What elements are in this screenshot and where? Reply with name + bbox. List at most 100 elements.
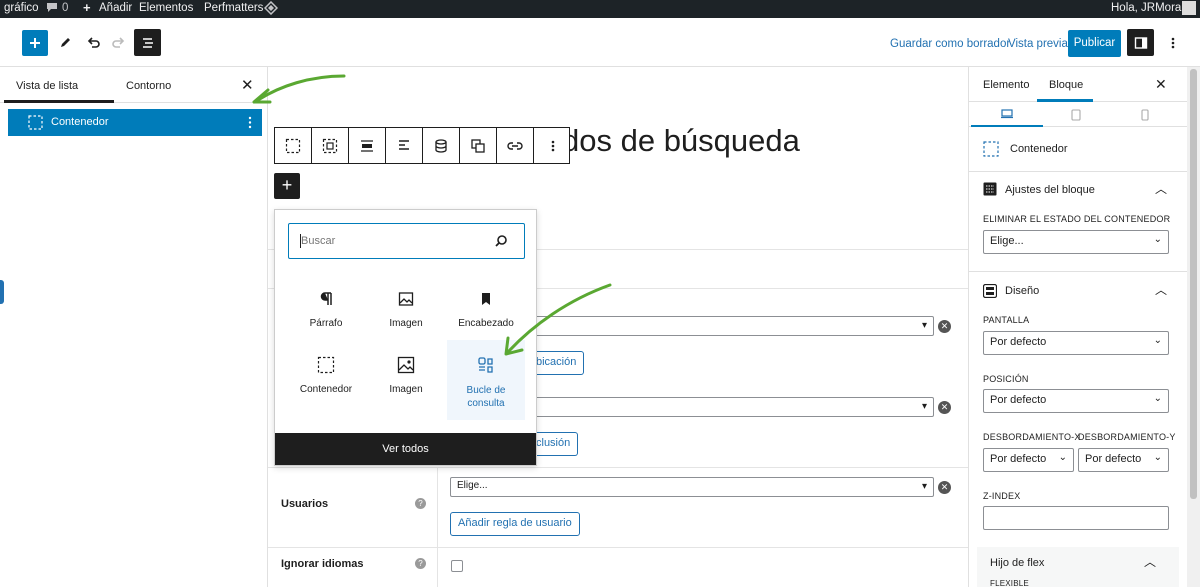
block-image-2[interactable]: Imagen bbox=[367, 352, 445, 395]
add-block-button[interactable] bbox=[22, 30, 48, 56]
tab-outline[interactable]: Contorno bbox=[126, 80, 171, 92]
more-options-button[interactable] bbox=[1160, 30, 1186, 56]
block-options-button[interactable] bbox=[534, 128, 571, 163]
elements-link[interactable]: Elementos bbox=[139, 2, 193, 14]
align-button[interactable] bbox=[349, 128, 386, 163]
copy-icon bbox=[471, 138, 485, 153]
clear-icon[interactable]: ✕ bbox=[938, 320, 951, 333]
overflow-y-select[interactable]: Por defecto ⌄ bbox=[1078, 448, 1169, 472]
chevron-down-icon: ⌄ bbox=[1153, 234, 1162, 245]
container-icon bbox=[28, 115, 43, 130]
site-name-link[interactable]: gráfico bbox=[4, 2, 39, 14]
image-icon bbox=[398, 292, 414, 306]
duplicate-button[interactable] bbox=[460, 128, 497, 163]
tab-list-view[interactable]: Vista de lista bbox=[16, 80, 78, 92]
redo-button[interactable] bbox=[106, 30, 132, 56]
vertical-ellipsis-icon[interactable] bbox=[248, 116, 252, 129]
block-label: Bucle de consulta bbox=[466, 385, 506, 409]
undo-button[interactable] bbox=[80, 30, 106, 56]
tablet-icon[interactable] bbox=[1071, 109, 1081, 121]
post-title[interactable]: dos de búsqueda bbox=[562, 123, 800, 159]
z-index-input[interactable] bbox=[983, 506, 1169, 530]
query-loop-icon bbox=[478, 357, 493, 373]
inserter-search-field[interactable]: Buscar bbox=[288, 223, 525, 259]
settings-toggle-button[interactable] bbox=[1127, 29, 1154, 56]
desktop-icon bbox=[1001, 109, 1013, 119]
add-new-link[interactable]: Añadir bbox=[99, 2, 132, 14]
mobile-icon[interactable] bbox=[1141, 109, 1149, 121]
column-divider bbox=[437, 467, 438, 587]
position-select[interactable]: Por defecto ⌄ bbox=[983, 389, 1169, 413]
chevron-down-icon: ▾ bbox=[921, 401, 927, 412]
users-select[interactable]: Elige... ▾ bbox=[450, 477, 934, 497]
page-scrollbar[interactable] bbox=[1187, 67, 1200, 587]
remove-state-select[interactable]: Elige... ⌄ bbox=[983, 230, 1169, 254]
clear-icon[interactable]: ✕ bbox=[938, 481, 951, 494]
screen-value: Por defecto bbox=[990, 336, 1047, 348]
block-paragraph[interactable]: Párrafo bbox=[287, 286, 365, 329]
block-image[interactable]: Imagen bbox=[367, 286, 445, 329]
perfmatters-link[interactable]: Perfmatters bbox=[204, 2, 263, 14]
block-label: Imagen bbox=[389, 384, 423, 395]
list-item-container[interactable]: Contenedor bbox=[8, 109, 262, 136]
scrollbar-thumb[interactable] bbox=[1190, 69, 1197, 499]
link-button[interactable] bbox=[497, 128, 534, 163]
preview-button[interactable]: Vista previa bbox=[1008, 38, 1068, 50]
design-heading[interactable]: Diseño bbox=[1005, 285, 1039, 297]
block-settings-heading[interactable]: Ajustes del bloque bbox=[1005, 184, 1095, 196]
block-query-loop[interactable]: Bucle de consulta bbox=[447, 352, 525, 410]
position-value: Por defecto bbox=[990, 394, 1047, 406]
annotation-arrow bbox=[252, 74, 346, 104]
publish-button[interactable]: Publicar bbox=[1068, 30, 1121, 57]
chevron-up-icon[interactable]: ︿ bbox=[1155, 180, 1167, 197]
device-desktop-tab[interactable] bbox=[971, 103, 1043, 127]
bookmark-icon bbox=[482, 293, 490, 305]
remove-state-value: Elige... bbox=[990, 235, 1024, 247]
clear-icon[interactable]: ✕ bbox=[938, 401, 951, 414]
block-appender-button[interactable]: + bbox=[274, 173, 300, 199]
divider bbox=[268, 547, 968, 548]
tab-block[interactable]: Bloque bbox=[1049, 79, 1083, 91]
chevron-down-icon: ▾ bbox=[921, 481, 927, 492]
overflow-x-select[interactable]: Por defecto ⌄ bbox=[983, 448, 1074, 472]
undo-icon bbox=[87, 37, 100, 48]
greeting[interactable]: Hola, JRMora bbox=[1111, 2, 1181, 14]
search-icon bbox=[495, 235, 507, 247]
search-input[interactable]: Buscar bbox=[301, 235, 335, 247]
align-left-icon bbox=[399, 139, 409, 150]
perfmatters-diamond-icon bbox=[263, 0, 279, 18]
dynamic-data-button[interactable] bbox=[423, 128, 460, 163]
tools-button[interactable] bbox=[52, 30, 78, 56]
add-user-rule-button[interactable]: Añadir regla de usuario bbox=[450, 512, 580, 536]
flex-child-heading[interactable]: Hijo de flex bbox=[990, 557, 1044, 569]
chevron-up-icon[interactable]: ︿ bbox=[1144, 553, 1156, 570]
save-draft-button[interactable]: Guardar como borrador bbox=[890, 38, 1010, 50]
chevron-down-icon: ⌄ bbox=[1153, 452, 1162, 463]
text-align-button[interactable] bbox=[386, 128, 423, 163]
overflow-y-value: Por defecto bbox=[1085, 453, 1142, 465]
users-label: Usuarios bbox=[281, 498, 329, 510]
block-container[interactable]: Contenedor bbox=[287, 352, 365, 395]
screen-select[interactable]: Por defecto ⌄ bbox=[983, 331, 1169, 355]
container-icon bbox=[285, 138, 301, 153]
plus-icon bbox=[30, 38, 40, 48]
help-icon[interactable]: ? bbox=[415, 498, 426, 509]
sidebar-icon bbox=[1134, 36, 1147, 49]
avatar[interactable] bbox=[1182, 1, 1196, 15]
users-select-value: Elige... bbox=[457, 480, 488, 491]
chevron-up-icon[interactable]: ︿ bbox=[1155, 281, 1167, 298]
list-view-button[interactable] bbox=[134, 29, 161, 56]
admin-bar: gráfico 0 + Añadir Elementos Perfmatters… bbox=[0, 0, 1200, 18]
overflow-y-label: DESBORDAMIENTO-Y bbox=[1078, 432, 1176, 442]
ignore-languages-checkbox[interactable] bbox=[451, 560, 463, 572]
tab-element[interactable]: Elemento bbox=[983, 79, 1029, 91]
comments-icon[interactable] bbox=[46, 1, 58, 16]
block-type-button[interactable] bbox=[275, 128, 312, 163]
chevron-down-icon: ⌄ bbox=[1153, 335, 1162, 346]
layout-icon bbox=[983, 284, 997, 298]
remove-state-label: ELIMINAR EL ESTADO DEL CONTENEDOR bbox=[983, 214, 1171, 224]
view-all-button[interactable]: Ver todos bbox=[275, 433, 536, 465]
close-icon[interactable]: ✕ bbox=[1155, 76, 1167, 93]
help-icon[interactable]: ? bbox=[415, 558, 426, 569]
select-parent-button[interactable] bbox=[312, 128, 349, 163]
